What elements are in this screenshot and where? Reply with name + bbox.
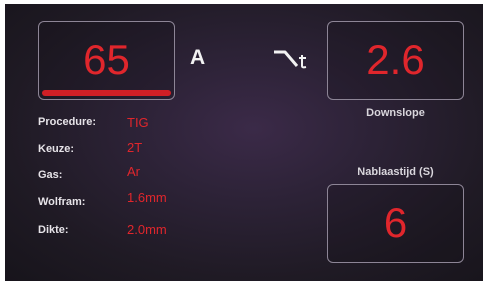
info-label-wolfram: Wolfram: [38,196,86,208]
postflow-label: Nablaastijd (S) [357,166,434,178]
info-label-dikte: Dikte: [38,224,69,236]
current-value: 65 [83,36,130,83]
info-label-gas: Gas: [38,169,63,181]
postflow-value: 6 [383,199,408,246]
current-unit: A [190,46,206,69]
info-value-procedure: TIG [127,115,149,130]
current-active-indicator [42,90,171,96]
downslope-value: 2.6 [366,36,425,83]
downslope-icon [274,50,307,69]
postflow-box[interactable]: 6 [327,184,464,263]
current-box[interactable]: 65 [38,21,175,100]
info-value-wolfram: 1.6mm [127,190,167,205]
info-value-gas: Ar [127,164,140,179]
info-value-dikte: 2.0mm [127,222,167,237]
info-label-keuze: Keuze: [38,143,75,155]
info-label-procedure: Procedure: [38,116,97,128]
welder-display: 65 A 2.6 Downslope Nablaastijd (S) 6 Pro… [5,4,483,281]
downslope-box[interactable]: 2.6 [327,21,464,100]
info-value-keuze: 2T [127,140,143,155]
downslope-label: Downslope [366,107,425,119]
